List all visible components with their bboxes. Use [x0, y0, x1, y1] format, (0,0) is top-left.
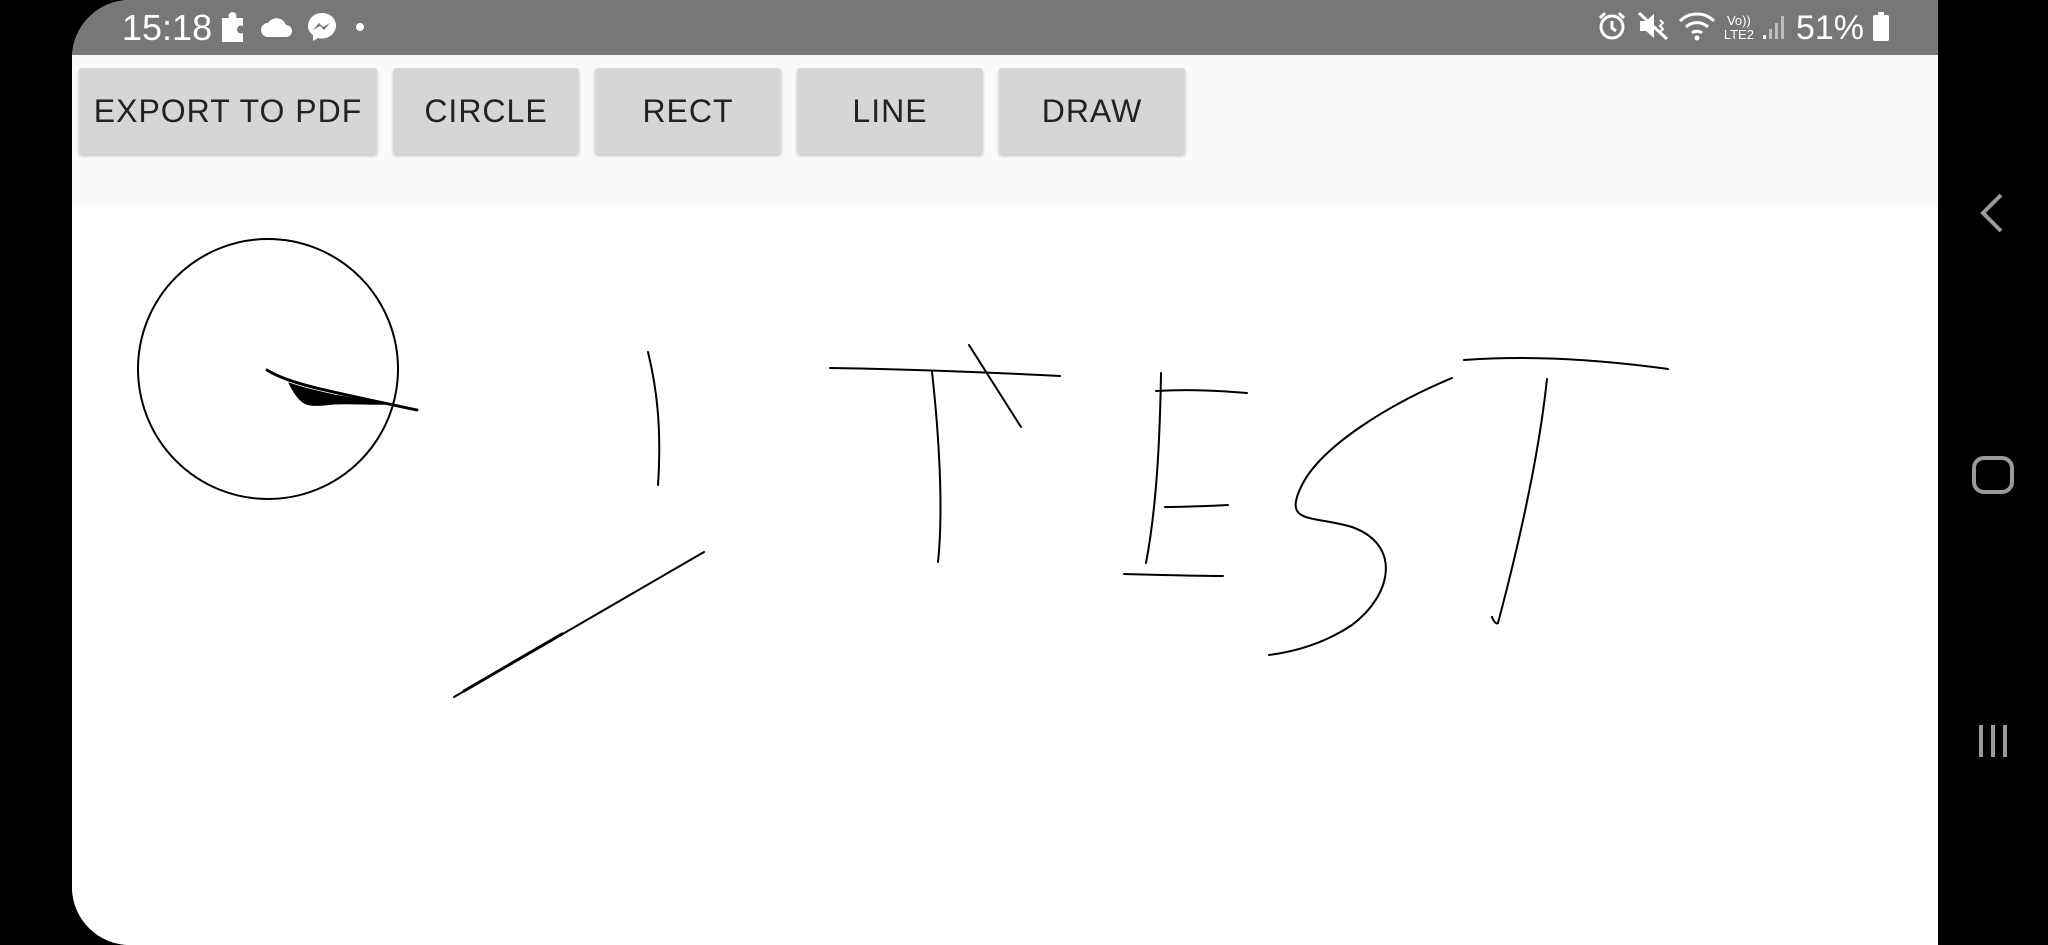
battery-icon: [1872, 10, 1890, 47]
drawing-surface[interactable]: [72, 205, 1938, 945]
status-bar: 15:18 Vo)) LTE2 51%: [72, 0, 1938, 55]
lte2-label: LTE2: [1723, 27, 1754, 42]
messenger-icon: [306, 11, 338, 48]
status-time: 15:18: [122, 7, 213, 48]
toolbar: EXPORT TO PDF CIRCLE RECT LINE DRAW: [72, 55, 1938, 205]
mute-vibrate-icon: [1636, 10, 1670, 47]
battery-percent: 51%: [1795, 9, 1864, 47]
puzzle-icon: [216, 10, 248, 49]
back-icon: [1980, 193, 2003, 233]
alarm-icon: [1596, 10, 1628, 47]
volte-lte2-icon: Vo)) LTE2: [1724, 14, 1754, 42]
letter-e-top: [1155, 389, 1248, 394]
back-button[interactable]: [1958, 178, 2028, 248]
drawing-canvas[interactable]: [72, 205, 1938, 945]
letter-t1-tick: [968, 344, 1022, 428]
letter-s: [1268, 377, 1453, 656]
letter-e-stem: [1145, 372, 1162, 564]
letter-t1-stem: [931, 371, 942, 563]
letter-e-mid: [1164, 504, 1229, 508]
navigation-bar: [1938, 0, 2048, 945]
home-icon: [1972, 456, 2014, 494]
cloud-icon: [260, 15, 294, 44]
export-to-pdf-button[interactable]: EXPORT TO PDF: [79, 68, 377, 154]
circle-button[interactable]: CIRCLE: [393, 68, 579, 154]
letter-t2-bar: [1463, 357, 1669, 370]
dot-icon: [350, 17, 370, 42]
home-button[interactable]: [1958, 440, 2028, 510]
freehand-mark: [647, 351, 661, 486]
drawn-line-thick: [462, 632, 564, 693]
letter-t1-bar: [829, 367, 1061, 377]
recents-icon: [1979, 725, 2007, 757]
draw-button[interactable]: DRAW: [999, 68, 1185, 154]
wifi-icon: [1678, 10, 1716, 47]
volte-label: Vo)): [1726, 13, 1751, 28]
notification-icons: [216, 9, 370, 49]
letter-e-bottom: [1123, 573, 1224, 577]
recents-button[interactable]: [1958, 706, 2028, 776]
signal-icon: [1762, 11, 1788, 46]
rect-button[interactable]: RECT: [595, 68, 781, 154]
app-screen: 15:18 Vo)) LTE2 51% EXPORT TO PDF CIRCLE…: [72, 0, 1938, 945]
line-button[interactable]: LINE: [797, 68, 983, 154]
letter-t2-stem: [1491, 378, 1548, 625]
system-status-icons: Vo)) LTE2 51%: [1596, 8, 1890, 48]
